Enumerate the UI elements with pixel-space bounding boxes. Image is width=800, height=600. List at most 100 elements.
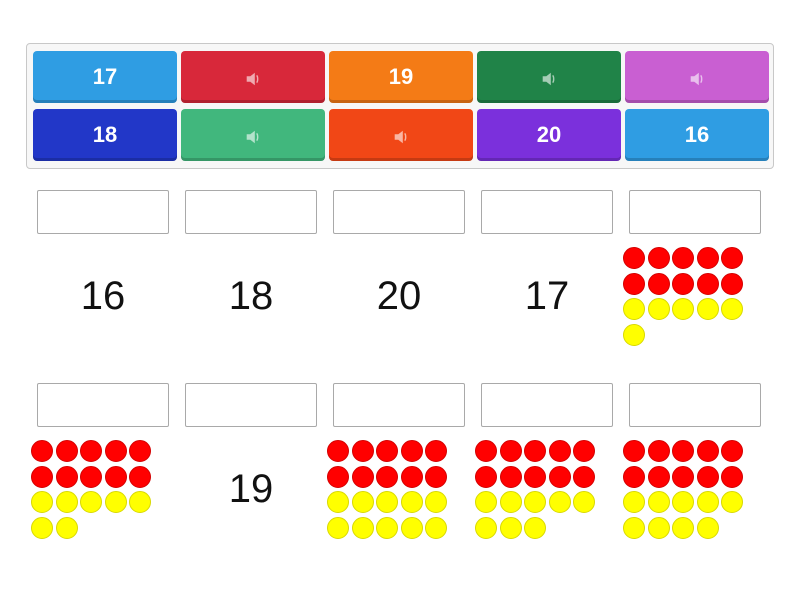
red-counter-dot	[104, 440, 127, 462]
red-counter-dot	[721, 247, 743, 269]
tile-audio[interactable]	[181, 51, 325, 103]
yellow-counter-dot	[31, 491, 53, 513]
red-counter-dot	[573, 465, 595, 488]
yellow-counter-dot	[623, 323, 645, 346]
red-counter-dot	[351, 465, 374, 488]
speaker-icon	[244, 126, 262, 144]
yellow-counter-dot	[80, 491, 102, 513]
red-counter-dot	[400, 465, 423, 488]
drop-slot[interactable]	[481, 190, 613, 234]
dot-card	[327, 440, 457, 550]
tile-17[interactable]: 17	[33, 51, 177, 103]
drop-slot[interactable]	[185, 190, 317, 234]
yellow-counter-dot	[696, 516, 719, 539]
red-counter-dot	[499, 465, 522, 488]
tile-audio[interactable]	[181, 109, 325, 161]
tile-19[interactable]: 19	[329, 51, 473, 103]
red-counter-dot	[524, 440, 546, 462]
red-counter-dot	[647, 465, 670, 488]
red-counter-dot	[499, 440, 522, 462]
red-counter-dot	[80, 465, 102, 488]
dot-card	[475, 440, 605, 550]
tile-audio[interactable]	[477, 51, 621, 103]
number-card: 18	[228, 273, 274, 318]
red-counter-dot	[647, 247, 670, 269]
dot-card	[31, 440, 161, 550]
yellow-counter-dot	[400, 491, 423, 513]
dot-card	[623, 247, 753, 357]
tile-label: 19	[388, 64, 414, 89]
red-counter-dot	[623, 440, 645, 462]
yellow-counter-dot	[623, 516, 645, 539]
yellow-counter-dot	[400, 516, 423, 539]
speaker-icon	[688, 68, 706, 86]
red-counter-dot	[623, 465, 645, 488]
drop-slot[interactable]	[629, 383, 761, 427]
red-counter-dot	[31, 465, 53, 488]
red-counter-dot	[672, 247, 694, 269]
drop-slot[interactable]	[333, 190, 465, 234]
yellow-counter-dot	[376, 491, 398, 513]
tile-audio[interactable]	[329, 109, 473, 161]
yellow-counter-dot	[573, 491, 595, 513]
red-counter-dot	[351, 440, 374, 462]
red-counter-dot	[425, 465, 447, 488]
tile-18[interactable]: 18	[33, 109, 177, 161]
drop-slot[interactable]	[481, 383, 613, 427]
red-counter-dot	[696, 272, 719, 295]
red-counter-dot	[475, 465, 497, 488]
yellow-counter-dot	[499, 516, 522, 539]
dot-card	[623, 440, 753, 550]
red-counter-dot	[672, 272, 694, 295]
yellow-counter-dot	[696, 298, 719, 320]
red-counter-dot	[104, 465, 127, 488]
red-counter-dot	[55, 440, 78, 462]
drop-slot[interactable]	[37, 383, 169, 427]
yellow-counter-dot	[647, 298, 670, 320]
tile-audio[interactable]	[625, 51, 769, 103]
drop-slot[interactable]	[185, 383, 317, 427]
yellow-counter-dot	[672, 516, 694, 539]
yellow-counter-dot	[672, 298, 694, 320]
red-counter-dot	[129, 440, 151, 462]
yellow-counter-dot	[327, 516, 349, 539]
red-counter-dot	[400, 440, 423, 462]
red-counter-dot	[696, 247, 719, 269]
yellow-counter-dot	[31, 516, 53, 539]
drop-slot[interactable]	[333, 383, 465, 427]
yellow-counter-dot	[647, 491, 670, 513]
red-counter-dot	[696, 440, 719, 462]
tile-20[interactable]: 20	[477, 109, 621, 161]
speaker-icon	[540, 68, 558, 86]
red-counter-dot	[31, 440, 53, 462]
red-counter-dot	[672, 465, 694, 488]
red-counter-dot	[721, 465, 743, 488]
tile-16[interactable]: 16	[625, 109, 769, 161]
yellow-counter-dot	[129, 491, 151, 513]
red-counter-dot	[721, 440, 743, 462]
yellow-counter-dot	[475, 516, 497, 539]
yellow-counter-dot	[327, 491, 349, 513]
tile-label: 18	[92, 122, 118, 147]
red-counter-dot	[80, 440, 102, 462]
red-counter-dot	[548, 440, 571, 462]
yellow-counter-dot	[55, 491, 78, 513]
yellow-counter-dot	[351, 491, 374, 513]
speaker-icon	[392, 126, 410, 144]
yellow-counter-dot	[721, 298, 743, 320]
yellow-counter-dot	[499, 491, 522, 513]
drop-slot[interactable]	[37, 190, 169, 234]
yellow-counter-dot	[696, 491, 719, 513]
drop-slot[interactable]	[629, 190, 761, 234]
red-counter-dot	[573, 440, 595, 462]
red-counter-dot	[475, 440, 497, 462]
tile-label: 16	[684, 122, 710, 147]
yellow-counter-dot	[475, 491, 497, 513]
yellow-counter-dot	[104, 491, 127, 513]
red-counter-dot	[623, 247, 645, 269]
yellow-counter-dot	[55, 516, 78, 539]
tile-label: 17	[92, 64, 118, 89]
red-counter-dot	[647, 272, 670, 295]
yellow-counter-dot	[672, 491, 694, 513]
red-counter-dot	[129, 465, 151, 488]
